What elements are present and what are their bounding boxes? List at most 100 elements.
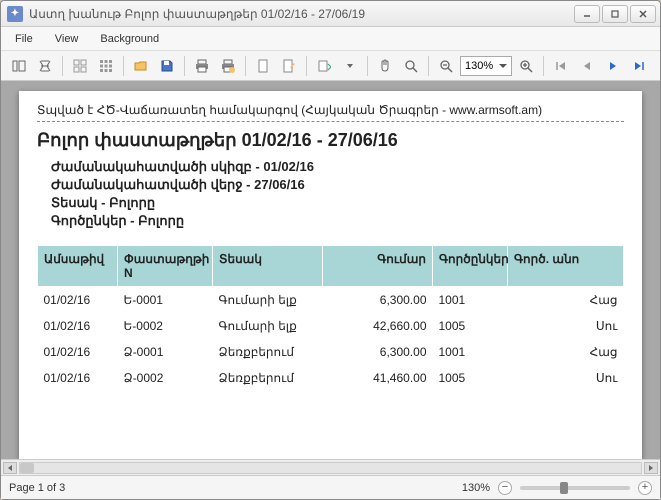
app-window: ✦ Աստղ խանութ Բոլոր փաստաթղթեր 01/02/16 … [0,0,661,500]
separator [123,56,124,76]
scroll-thumb[interactable] [20,463,34,473]
menu-view[interactable]: View [47,30,87,48]
zoom-in-icon[interactable] [514,55,538,77]
separator [184,56,185,76]
table-header-row: Ամսաթիվ Փաստաթղթի N Տեսակ Գումար Գործընկ… [38,246,624,287]
print-header: Տպված է ՀԾ-Վաճառատեղ համակարգով (Հայկակա… [37,103,624,117]
col-docno: Փաստաթղթի N [118,246,213,287]
zoom-select[interactable]: 130% [460,56,512,76]
cell-docno: Ձ-0001 [118,339,213,365]
hand-tool-icon[interactable] [373,55,397,77]
app-icon: ✦ [7,6,23,22]
cell-partner: 1005 [433,365,508,391]
close-button[interactable] [630,5,656,23]
separator [428,56,429,76]
zoom-tool-icon[interactable] [399,55,423,77]
menubar: File View Background [1,27,660,51]
divider [37,121,624,122]
separator [367,56,368,76]
document-viewport[interactable]: Տպված է ՀԾ-Վաճառատեղ համակարգով (Հայկակա… [1,81,660,459]
page-indicator: Page 1 of 3 [9,482,65,494]
col-type: Տեսակ [213,246,323,287]
find-icon[interactable] [33,55,57,77]
zoom-out-icon[interactable] [434,55,458,77]
cell-date: 01/02/16 [38,339,118,365]
zoom-slider-knob[interactable] [560,482,568,494]
first-page-icon[interactable] [549,55,573,77]
cell-type: Գումարի ելք [213,287,323,314]
cell-date: 01/02/16 [38,287,118,314]
scroll-track[interactable] [19,462,642,474]
scroll-left-icon[interactable] [3,462,17,474]
doc-title: Բոլոր փաստաթղթեր 01/02/16 - 27/06/16 [37,130,624,151]
cell-pname: Հաց [508,339,624,365]
toolbar: 130% [1,51,660,81]
zoom-value: 130% [465,60,493,72]
cell-type: Գումարի ելք [213,313,323,339]
cell-partner: 1001 [433,339,508,365]
save-icon[interactable] [155,55,179,77]
doc-partners: Գործընկեր - Բոլորը [51,213,624,229]
window-title: Աստղ խանութ Բոլոր փաստաթղթեր 01/02/16 - … [29,7,574,21]
cell-pname: Սու [508,365,624,391]
horizontal-scrollbar[interactable] [1,459,660,475]
col-partner: Գործընկեր [433,246,508,287]
cell-date: 01/02/16 [38,313,118,339]
cell-amount: 41,460.00 [323,365,433,391]
scroll-right-icon[interactable] [644,462,658,474]
table-row: 01/02/16Ձ-0001Ձեռքբերում6,300.001001Հաց [38,339,624,365]
separator [245,56,246,76]
page-setup-icon[interactable] [251,55,275,77]
table-row: 01/02/16Ե-0002Գումարի ելք42,660.001005Սո… [38,313,624,339]
window-controls [574,5,656,23]
menu-background[interactable]: Background [92,30,167,48]
zoom-minus-button[interactable]: − [498,481,512,495]
cell-partner: 1001 [433,287,508,314]
export-dropdown-icon[interactable] [338,55,362,77]
thumbnails-icon[interactable] [68,55,92,77]
cell-pname: Սու [508,313,624,339]
next-page-icon[interactable] [601,55,625,77]
page: Տպված է ՀԾ-Վաճառատեղ համակարգով (Հայկակա… [19,91,642,459]
period-end: Ժամանակահատվածի վերջ - 27/06/16 [51,177,624,193]
cell-docno: Ձ-0002 [118,365,213,391]
cell-pname: Հաց [508,287,624,314]
separator [62,56,63,76]
col-partner-name: Գործ. անո [508,246,624,287]
cell-type: Ձեռքբերում [213,365,323,391]
last-page-icon[interactable] [627,55,651,77]
prev-page-icon[interactable] [575,55,599,77]
separator [543,56,544,76]
zoom-slider[interactable] [520,486,630,490]
quick-print-icon[interactable] [216,55,240,77]
sidebar-toggle-icon[interactable] [7,55,31,77]
maximize-button[interactable] [602,5,628,23]
cell-partner: 1005 [433,313,508,339]
zoom-label: 130% [462,482,490,494]
table-row: 01/02/16Ձ-0002Ձեռքբերում41,460.001005Սու [38,365,624,391]
cell-date: 01/02/16 [38,365,118,391]
statusbar: Page 1 of 3 130% − + [1,475,660,499]
table-row: 01/02/16Ե-0001Գումարի ելք6,300.001001Հաց [38,287,624,314]
data-table: Ամսաթիվ Փաստաթղթի N Տեսակ Գումար Գործընկ… [37,245,624,391]
cell-amount: 42,660.00 [323,313,433,339]
minimize-button[interactable] [574,5,600,23]
cell-type: Ձեռքբերում [213,339,323,365]
cell-amount: 6,300.00 [323,287,433,314]
doc-kind: Տեսակ - Բոլորը [51,195,624,211]
cell-amount: 6,300.00 [323,339,433,365]
col-date: Ամսաթիվ [38,246,118,287]
export-icon[interactable] [312,55,336,77]
menu-file[interactable]: File [7,30,41,48]
period-start: Ժամանակահատվածի սկիզբ - 01/02/16 [51,159,624,175]
print-icon[interactable] [190,55,214,77]
separator [306,56,307,76]
grid-icon[interactable] [94,55,118,77]
cell-docno: Ե-0002 [118,313,213,339]
col-amount: Գումար [323,246,433,287]
titlebar: ✦ Աստղ խանութ Բոլոր փաստաթղթեր 01/02/16 … [1,1,660,27]
zoom-plus-button[interactable]: + [638,481,652,495]
open-icon[interactable] [129,55,153,77]
cell-docno: Ե-0001 [118,287,213,314]
edit-page-icon[interactable] [277,55,301,77]
